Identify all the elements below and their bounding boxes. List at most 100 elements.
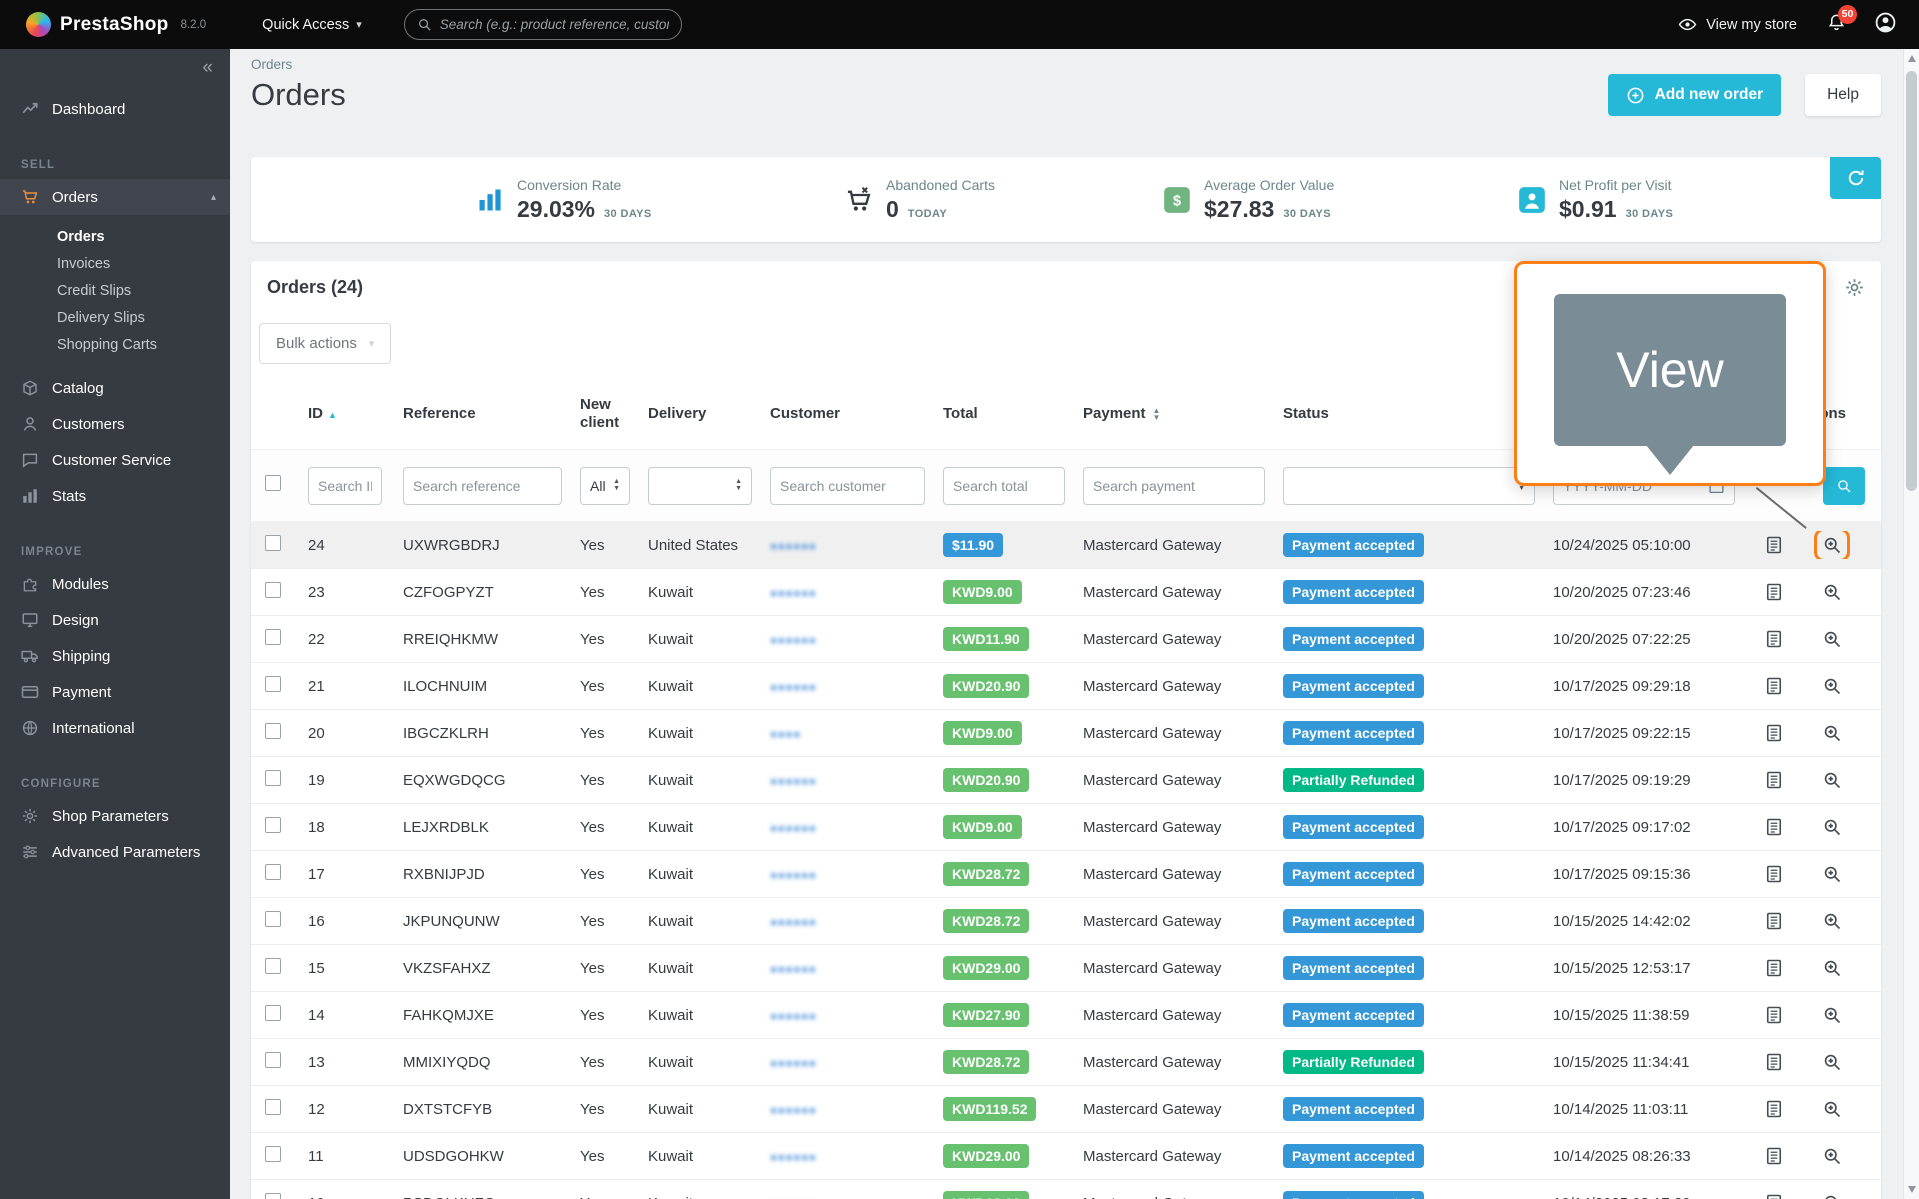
vertical-scrollbar[interactable] bbox=[1903, 49, 1919, 1199]
row-checkbox[interactable] bbox=[265, 1146, 281, 1162]
sidebar-entry[interactable]: Orders bbox=[0, 223, 230, 250]
invoice-document-icon[interactable] bbox=[1759, 1048, 1789, 1076]
filter-delivery-select[interactable] bbox=[648, 467, 752, 505]
row-checkbox[interactable] bbox=[265, 1052, 281, 1068]
sidebar-entry[interactable]: Shopping Carts bbox=[0, 331, 230, 358]
row-checkbox[interactable] bbox=[265, 1193, 281, 1199]
column-header-customer[interactable]: Customer bbox=[762, 405, 935, 422]
notifications-button[interactable]: 50 bbox=[1827, 13, 1846, 37]
sidebar-entry[interactable]: Stats bbox=[0, 478, 230, 514]
order-row[interactable]: 10 PSDQLKUZO Yes Kuwait ●●●●●● KWD18.90 … bbox=[251, 1180, 1881, 1199]
sidebar-entry[interactable]: Orders ▴ bbox=[0, 179, 230, 215]
row-checkbox[interactable] bbox=[265, 817, 281, 833]
refresh-kpi-button[interactable] bbox=[1830, 157, 1881, 199]
filter-search-button[interactable] bbox=[1823, 467, 1865, 505]
sidebar-entry[interactable]: Shop Parameters bbox=[0, 798, 230, 834]
view-order-icon[interactable] bbox=[1817, 1095, 1847, 1123]
filter-new-client-select[interactable]: All bbox=[580, 467, 630, 505]
grid-settings-gear-icon[interactable] bbox=[1844, 277, 1865, 298]
order-row[interactable]: 23 CZFOGPYZT Yes Kuwait ●●●●●● KWD9.00 M… bbox=[251, 569, 1881, 616]
view-order-icon[interactable] bbox=[1817, 719, 1847, 747]
view-order-icon[interactable] bbox=[1817, 1048, 1847, 1076]
order-row[interactable]: 14 FAHKQMJXE Yes Kuwait ●●●●●● KWD27.90 … bbox=[251, 992, 1881, 1039]
column-header-new-client[interactable]: New client bbox=[572, 396, 640, 431]
sidebar-entry[interactable]: Delivery Slips bbox=[0, 304, 230, 331]
filter-customer-input[interactable] bbox=[770, 467, 925, 505]
filter-status-select[interactable] bbox=[1283, 467, 1535, 505]
row-checkbox[interactable] bbox=[265, 1005, 281, 1021]
sort-asc-icon[interactable] bbox=[328, 405, 337, 422]
invoice-document-icon[interactable] bbox=[1759, 531, 1789, 559]
view-order-icon[interactable] bbox=[1817, 766, 1847, 794]
invoice-document-icon[interactable] bbox=[1759, 719, 1789, 747]
help-button[interactable]: Help bbox=[1805, 74, 1881, 116]
view-order-icon[interactable] bbox=[1817, 907, 1847, 935]
view-order-icon[interactable] bbox=[1817, 531, 1847, 559]
sidebar-entry[interactable]: Payment bbox=[0, 674, 230, 710]
view-order-icon[interactable] bbox=[1817, 578, 1847, 606]
sidebar-entry[interactable]: Shipping bbox=[0, 638, 230, 674]
order-row[interactable]: 17 RXBNIJPJD Yes Kuwait ●●●●●● KWD28.72 … bbox=[251, 851, 1881, 898]
sidebar-entry[interactable]: Customer Service bbox=[0, 442, 230, 478]
invoice-document-icon[interactable] bbox=[1759, 766, 1789, 794]
sidebar-entry[interactable]: Catalog bbox=[0, 370, 230, 406]
filter-total-input[interactable] bbox=[943, 467, 1065, 505]
prestashop-logo[interactable]: PrestaShop 8.2.0 bbox=[26, 12, 206, 37]
profile-menu-button[interactable] bbox=[1874, 11, 1897, 39]
sidebar-entry[interactable]: CONFIGURE bbox=[0, 746, 230, 798]
filter-payment-input[interactable] bbox=[1083, 467, 1265, 505]
row-checkbox[interactable] bbox=[265, 676, 281, 692]
view-order-icon[interactable] bbox=[1817, 1142, 1847, 1170]
sort-both-icon[interactable] bbox=[1153, 407, 1161, 421]
filter-reference-input[interactable] bbox=[403, 467, 562, 505]
order-row[interactable]: 20 IBGCZKLRH Yes Kuwait ●●●● KWD9.00 Mas… bbox=[251, 710, 1881, 757]
order-row[interactable]: 24 UXWRGBDRJ Yes United States ●●●●●● $1… bbox=[251, 522, 1881, 569]
sidebar-entry[interactable]: SELL bbox=[0, 127, 230, 179]
invoice-document-icon[interactable] bbox=[1759, 1001, 1789, 1029]
bulk-actions-button[interactable]: Bulk actions bbox=[259, 323, 391, 364]
row-checkbox[interactable] bbox=[265, 958, 281, 974]
sidebar-entry[interactable]: IMPROVE bbox=[0, 514, 230, 566]
order-row[interactable]: 21 ILOCHNUIM Yes Kuwait ●●●●●● KWD20.90 … bbox=[251, 663, 1881, 710]
order-row[interactable]: 13 MMIXIYQDQ Yes Kuwait ●●●●●● KWD28.72 … bbox=[251, 1039, 1881, 1086]
order-row[interactable]: 22 RREIQHKMW Yes Kuwait ●●●●●● KWD11.90 … bbox=[251, 616, 1881, 663]
collapse-sidebar-icon[interactable]: « bbox=[202, 58, 213, 77]
quick-access-dropdown[interactable]: Quick Access bbox=[262, 17, 362, 33]
sidebar-entry[interactable]: Modules bbox=[0, 566, 230, 602]
invoice-document-icon[interactable] bbox=[1759, 1095, 1789, 1123]
filter-id-input[interactable] bbox=[308, 467, 382, 505]
view-order-icon[interactable] bbox=[1817, 1001, 1847, 1029]
order-row[interactable]: 19 EQXWGDQCG Yes Kuwait ●●●●●● KWD20.90 … bbox=[251, 757, 1881, 804]
invoice-document-icon[interactable] bbox=[1759, 1189, 1789, 1199]
column-header-status[interactable]: Status bbox=[1275, 405, 1545, 422]
column-header-payment[interactable]: Payment bbox=[1075, 405, 1275, 422]
sidebar-entry[interactable]: Invoices bbox=[0, 250, 230, 277]
order-row[interactable]: 18 LEJXRDBLK Yes Kuwait ●●●●●● KWD9.00 M… bbox=[251, 804, 1881, 851]
sidebar-entry[interactable]: Design bbox=[0, 602, 230, 638]
scrollbar-thumb[interactable] bbox=[1906, 71, 1917, 491]
sidebar-entry[interactable]: Dashboard bbox=[0, 91, 230, 127]
column-header-reference[interactable]: Reference bbox=[395, 405, 572, 422]
order-row[interactable]: 12 DXTSTCFYB Yes Kuwait ●●●●●● KWD119.52… bbox=[251, 1086, 1881, 1133]
column-header-delivery[interactable]: Delivery bbox=[640, 405, 762, 422]
row-checkbox[interactable] bbox=[265, 770, 281, 786]
row-checkbox[interactable] bbox=[265, 629, 281, 645]
row-checkbox[interactable] bbox=[265, 864, 281, 880]
invoice-document-icon[interactable] bbox=[1759, 860, 1789, 888]
sidebar-entry[interactable]: Customers bbox=[0, 406, 230, 442]
order-row[interactable]: 11 UDSDGOHKW Yes Kuwait ●●●●●● KWD29.00 … bbox=[251, 1133, 1881, 1180]
sidebar-entry[interactable]: Credit Slips bbox=[0, 277, 230, 304]
invoice-document-icon[interactable] bbox=[1759, 813, 1789, 841]
invoice-document-icon[interactable] bbox=[1759, 578, 1789, 606]
row-checkbox[interactable] bbox=[265, 582, 281, 598]
view-order-icon[interactable] bbox=[1817, 1189, 1847, 1199]
select-all-checkbox[interactable] bbox=[265, 475, 281, 491]
invoice-document-icon[interactable] bbox=[1759, 1142, 1789, 1170]
invoice-document-icon[interactable] bbox=[1759, 907, 1789, 935]
view-my-store-link[interactable]: View my store bbox=[1678, 15, 1797, 34]
view-order-icon[interactable] bbox=[1817, 625, 1847, 653]
view-order-icon[interactable] bbox=[1817, 813, 1847, 841]
scroll-up-icon[interactable] bbox=[1908, 55, 1916, 62]
invoice-document-icon[interactable] bbox=[1759, 672, 1789, 700]
row-checkbox[interactable] bbox=[265, 535, 281, 551]
